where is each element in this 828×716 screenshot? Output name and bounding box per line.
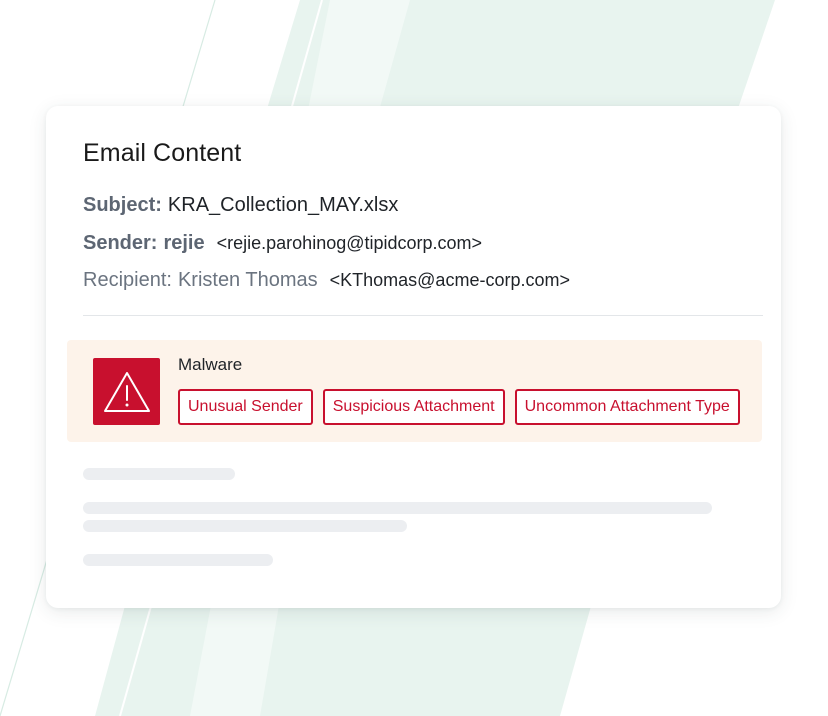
recipient-name: Kristen Thomas (177, 269, 318, 291)
warning-triangle-icon (103, 371, 150, 412)
subject-label: Subject: (83, 194, 162, 216)
sender-label: Sender: (83, 232, 158, 254)
tag-suspicious-attachment[interactable]: Suspicious Attachment (322, 389, 505, 425)
email-content-card: Email Content Subject: KRA_Collection_MA… (46, 106, 781, 608)
skeleton-line (83, 502, 712, 514)
subject-value: KRA_Collection_MAY.xlsx (167, 194, 399, 216)
card-title: Email Content (83, 139, 242, 167)
skeleton-line (83, 520, 407, 532)
tag-uncommon-attachment-type[interactable]: Uncommon Attachment Type (514, 389, 740, 425)
malware-alert: Malware Unusual Sender Suspicious Attach… (67, 340, 762, 442)
alert-tags: Unusual Sender Suspicious Attachment Unc… (178, 389, 740, 425)
divider (83, 315, 763, 316)
recipient-label: Recipient: (83, 269, 172, 291)
subject-row: Subject: KRA_Collection_MAY.xlsx (83, 194, 398, 217)
sender-email: <rejie.parohinog@tipidcorp.com> (216, 233, 483, 253)
alert-title: Malware (178, 355, 243, 374)
sender-row: Sender: rejie <rejie.parohinog@tipidcorp… (83, 232, 482, 255)
skeleton-line (83, 554, 273, 566)
alert-icon-box (93, 358, 160, 425)
skeleton-line (83, 468, 235, 480)
tag-unusual-sender[interactable]: Unusual Sender (178, 389, 313, 425)
recipient-row: Recipient: Kristen Thomas <KThomas@acme-… (83, 269, 570, 292)
recipient-email: <KThomas@acme-corp.com> (329, 270, 570, 290)
sender-name: rejie (163, 232, 205, 254)
